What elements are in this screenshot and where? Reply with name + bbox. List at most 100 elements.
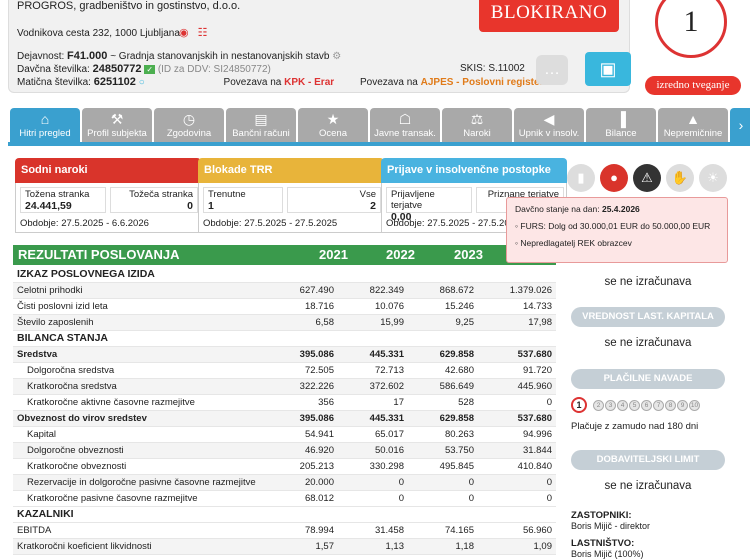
table-row: Kratkoročne aktivne časovne razmejitve 35… <box>13 394 556 411</box>
handshake-icon[interactable]: ✋ <box>666 164 694 192</box>
row-value <box>478 330 556 347</box>
row-value <box>338 266 408 283</box>
vat-text: (ID za DDV: SI24850772) <box>157 64 271 75</box>
row-value <box>268 506 338 523</box>
kpk-link[interactable]: KPK - Erar <box>284 77 334 88</box>
financial-table: IZKAZ POSLOVNEGA IZIDA Celotni prihodki 62… <box>13 266 556 555</box>
table-row: Število zaposlenih 6,58 15,99 9,25 17,98 <box>13 314 556 331</box>
row-value: 65.017 <box>338 426 408 443</box>
tab-bilance[interactable]: ▐ Bilance <box>586 108 656 142</box>
row-value <box>408 266 478 283</box>
row-value: 330.298 <box>338 458 408 475</box>
row-value: 395.086 <box>268 346 338 363</box>
payment-habit-dot-active: 1 <box>571 397 587 413</box>
payment-habit-dot: 5 <box>629 400 640 411</box>
payment-habit-dot: 4 <box>617 400 628 411</box>
chat-button[interactable]: … <box>536 55 568 85</box>
table-row: Celotni prihodki 627.490 822.349 868.672 1.3… <box>13 282 556 299</box>
building-icon: ☖ <box>398 111 412 127</box>
section-header-row: KAZALNIKI <box>13 506 556 523</box>
payment-habit-dot: 10 <box>689 400 700 411</box>
payment-habit-dot: 9 <box>677 400 688 411</box>
tab-underline <box>8 142 750 146</box>
map-pin-icon[interactable]: ◉ <box>179 27 189 39</box>
kapital-pill[interactable]: VREDNOST LAST. KAPITALA <box>571 307 725 327</box>
row-label: Sredstva <box>13 346 268 363</box>
row-value: 395.086 <box>268 410 338 427</box>
row-value: 629.858 <box>408 410 478 427</box>
bank-icon: ▤ <box>254 111 268 127</box>
row-label: Kratkoročni koeficient likvidnosti <box>13 538 268 555</box>
row-value: 1.379.026 <box>478 282 556 299</box>
ajpes-link[interactable]: AJPES - Poslovni register <box>421 77 544 88</box>
row-value: 822.349 <box>338 282 408 299</box>
tax-row: Davčna številka: 24850772 ✓ (ID za DDV: … <box>17 63 271 75</box>
dobaviteljski-limit-pill[interactable]: DOBAVITELJSKI LIMIT <box>571 450 725 470</box>
route-icon[interactable]: ☷ <box>198 27 208 39</box>
add-to-portfolio-button[interactable]: ▣ <box>585 52 631 86</box>
payment-habit-dot: 8 <box>665 400 676 411</box>
value-not-calculated: se ne izračunava <box>604 276 692 288</box>
checkmark-icon: ✓ <box>144 65 156 74</box>
activity-info-icon[interactable]: ⚙ <box>332 51 341 62</box>
payment-habit-dot: 2 <box>593 400 604 411</box>
table-row: Kratkoročni koeficient likvidnosti 1,57 1,… <box>13 538 556 555</box>
row-label: Celotni prihodki <box>13 282 268 299</box>
activity-row: Dejavnost: F41.000 ~ Gradnja stanovanjsk… <box>17 50 342 62</box>
row-value: 68.012 <box>268 490 338 507</box>
table-row: Sredstva 395.086 445.331 629.858 537.680 <box>13 346 556 363</box>
row-value: 17,98 <box>478 314 556 331</box>
row-value <box>478 266 556 283</box>
row-value: 1,13 <box>338 538 408 555</box>
row-value: 322.226 <box>268 378 338 395</box>
row-value: 9,25 <box>408 314 478 331</box>
table-row: Kratkoročne pasivne časovne razmejitve 68… <box>13 490 556 507</box>
chat-icon: … <box>544 61 560 78</box>
year-2022: 2022 <box>386 247 415 262</box>
payment-habit-dot: 7 <box>653 400 664 411</box>
year-2021: 2021 <box>319 247 348 262</box>
row-value: 410.840 <box>478 458 556 475</box>
tax-number: 24850772 <box>92 63 142 75</box>
tab-naroki[interactable]: ⚖ Naroki <box>442 108 512 142</box>
tab-hitri-pregled[interactable]: ⌂ Hitri pregled <box>10 108 80 142</box>
tab-ocena[interactable]: ★ Ocena <box>298 108 368 142</box>
money-bag-icon[interactable]: ● <box>600 164 628 192</box>
placilne-navade-pill[interactable]: PLAČILNE NAVADE <box>571 369 725 389</box>
activity-code: F41.000 <box>67 50 108 62</box>
trash-icon[interactable]: ▮ <box>567 164 595 192</box>
ownership: LASTNIŠTVO: Boris Mijič (100%) <box>571 538 644 559</box>
row-value: 445.331 <box>338 346 408 363</box>
prijave-period: Obdobje: 27.5.2025 - 27.5.2025 <box>386 218 521 229</box>
tabs-next-arrow[interactable]: › <box>730 108 750 142</box>
tab-upnik-v-insolv[interactable]: ◀ Upnik v insolv. <box>514 108 584 142</box>
row-value <box>478 506 556 523</box>
ajpes-link-row: Povezava na AJPES - Poslovni register <box>360 77 544 88</box>
popup-item: ◦ Nepredlagatelj REK obrazcev <box>515 238 632 248</box>
clock-icon: ◷ <box>182 111 196 127</box>
island-icon[interactable]: ☀ <box>699 164 727 192</box>
info-icon[interactable]: ○ <box>139 77 145 88</box>
blokade-trr-box[interactable]: Blokade TRR Trenutne 1 Vse 2 Obdobje: 27.5… <box>198 158 384 233</box>
warning-icon[interactable]: ⚠ <box>633 164 661 192</box>
tab-zgodovina[interactable]: ◷ Zgodovina <box>154 108 224 142</box>
representatives: ZASTOPNIKI: Boris Mijič - direktor <box>571 510 650 531</box>
row-value: 528 <box>408 394 478 411</box>
table-row: Kapital 54.941 65.017 80.263 94.996 <box>13 426 556 443</box>
activity-text: ~ Gradnja stanovanjskih in nestanovanjsk… <box>110 51 330 62</box>
row-value: 372.602 <box>338 378 408 395</box>
tab-nepremicnine[interactable]: ▲ Nepremičnine <box>658 108 728 142</box>
tab-bancni-racuni[interactable]: ▤ Bančni računi <box>226 108 296 142</box>
section-header-row: IZKAZ POSLOVNEGA IZIDA <box>13 266 556 283</box>
row-value: 0 <box>478 474 556 491</box>
reg-number: 6251102 <box>93 76 136 88</box>
sodni-naroki-box[interactable]: Sodni naroki Tožena stranka 24.441,59 Tož… <box>15 158 201 233</box>
chart-icon: ▐ <box>616 111 626 127</box>
scales-icon: ⚖ <box>470 111 484 127</box>
financial-title: REZULTATI POSLOVANJA <box>18 247 180 262</box>
row-label: Rezervacije in dolgoročne pasivne časovn… <box>13 474 268 491</box>
row-value: 80.263 <box>408 426 478 443</box>
tab-javne-transak[interactable]: ☖ Javne transak. <box>370 108 440 142</box>
row-value: 627.490 <box>268 282 338 299</box>
tab-profil-subjekta[interactable]: ⚒ Profil subjekta <box>82 108 152 142</box>
